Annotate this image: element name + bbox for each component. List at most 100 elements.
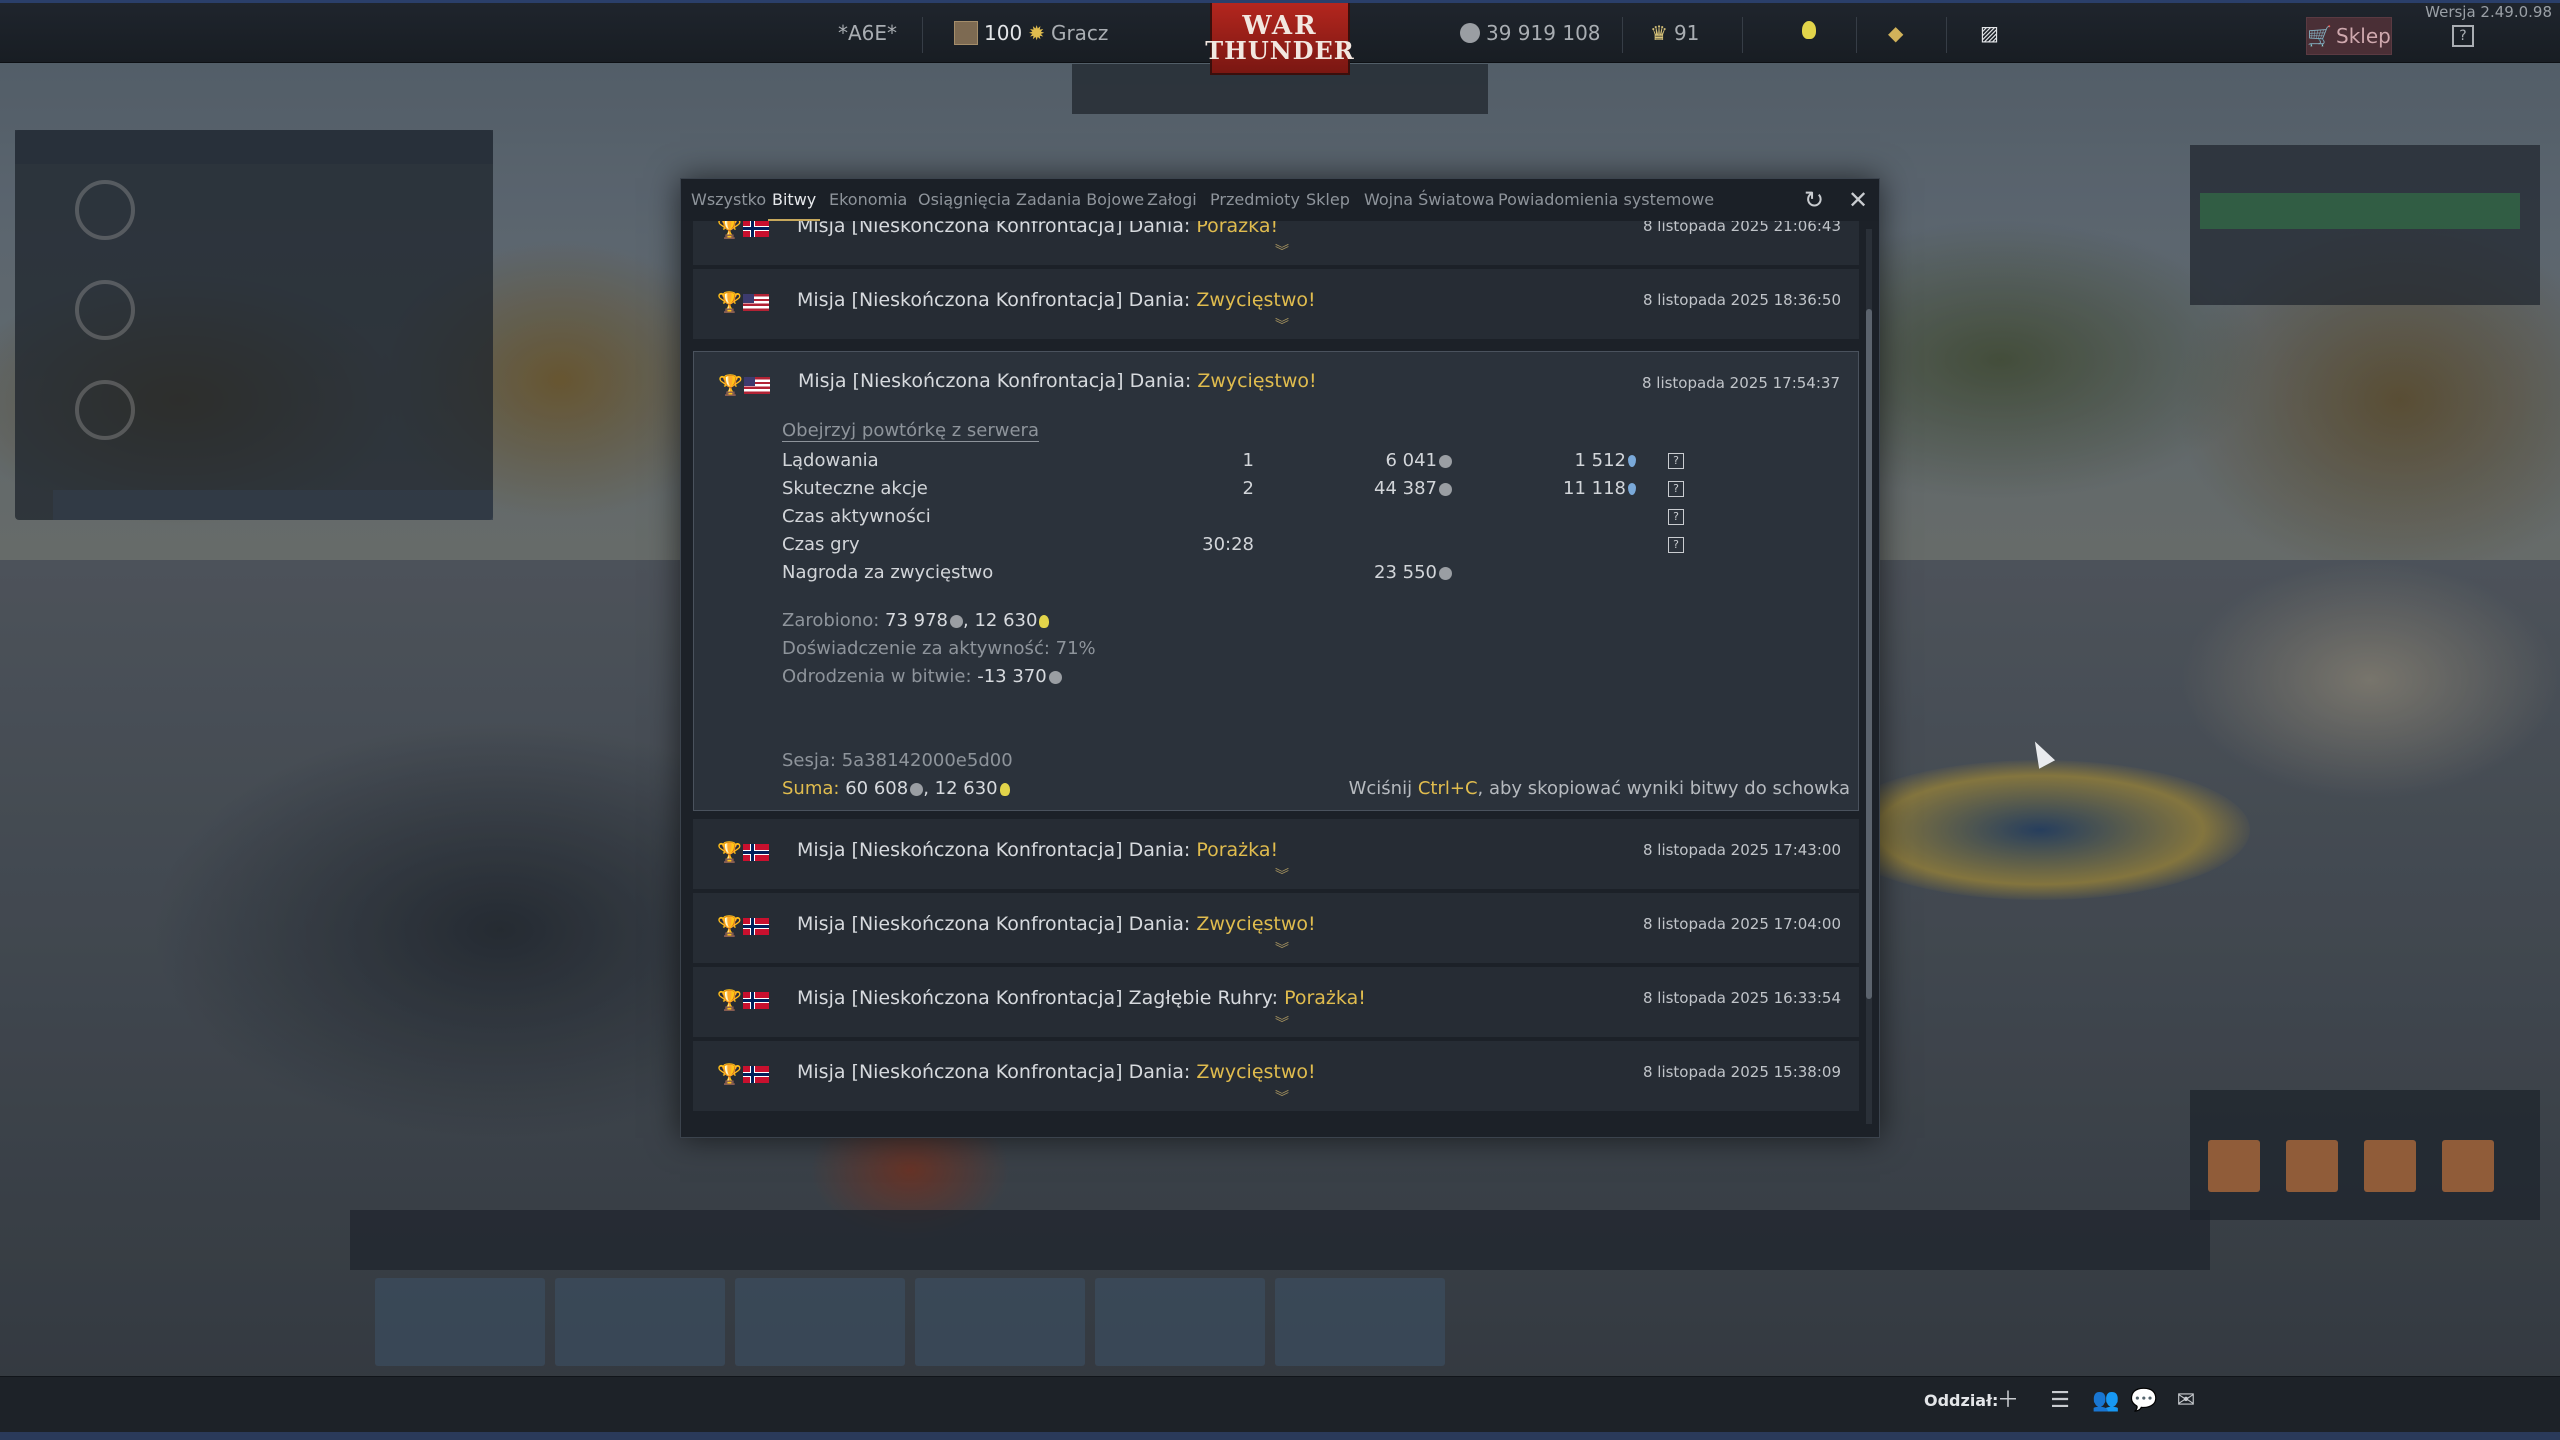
respawn-summary: Odrodzenia w bitwie: -13 370: [782, 666, 1062, 687]
list-item[interactable]: 🏆 Misja [Nieskończona Konfrontacja] Dani…: [693, 1041, 1859, 1111]
stat-lions: 44 387: [1374, 478, 1452, 499]
tab-battles[interactable]: Bitwy: [767, 190, 821, 221]
tab-world-war[interactable]: Wojna Światowa: [1364, 190, 1495, 209]
premium-badge-icon[interactable]: ◆: [1888, 21, 1903, 45]
squad-label: Oddział:: [1924, 1391, 1999, 1410]
help-icon[interactable]: ?: [1668, 453, 1684, 469]
list-item[interactable]: 🏆 Misja [Nieskończona Konfrontacja] Dani…: [693, 893, 1859, 963]
blurred-vehicle-cards: [375, 1278, 1455, 1368]
stat-count: 2: [1242, 478, 1254, 499]
norway-flag-icon: [743, 843, 769, 861]
chevron-down-icon[interactable]: ︾: [1275, 315, 1289, 335]
version-label: Wersja 2.49.0.98: [2425, 3, 2552, 21]
player-level[interactable]: 100 ✹ Gracz: [954, 21, 1108, 45]
stat-label: Lądowania: [782, 450, 879, 471]
battle-date: 8 listopada 2025 17:43:00: [1642, 841, 1841, 859]
battle-list: 🏆 Misja [Nieskończona Konfrontacja] Dani…: [693, 221, 1859, 1133]
help-icon[interactable]: ?: [1668, 509, 1684, 525]
mail-icon[interactable]: ✉: [2172, 1387, 2200, 1415]
battle-date: 8 listopada 2025 15:38:09: [1642, 1063, 1841, 1081]
chevron-down-icon[interactable]: ︾: [1275, 865, 1289, 885]
session-id: Sesja: 5a38142000e5d00: [782, 750, 1013, 771]
coupon-ticket-icon[interactable]: ▨: [1980, 21, 1999, 45]
refresh-icon[interactable]: ↻: [1801, 187, 1827, 213]
earned-summary: Zarobiono: 73 978, 12 630: [782, 610, 1050, 631]
silver-lions-balance[interactable]: 39 919 108: [1458, 21, 1601, 45]
tab-crews[interactable]: Załogi: [1147, 190, 1197, 209]
chevron-down-icon[interactable]: ︾: [1275, 939, 1289, 959]
norway-flag-icon: [743, 221, 769, 237]
silver-lion-icon: [1048, 670, 1062, 684]
avatar: [954, 21, 978, 45]
chevron-down-icon[interactable]: ︾: [1275, 241, 1289, 261]
blurred-nation-bar: [350, 1210, 2210, 1270]
tab-system-notifications[interactable]: Powiadomienia systemowe: [1498, 190, 1714, 209]
shop-button[interactable]: 🛒 Sklep: [2306, 17, 2392, 55]
usa-flag-icon: [744, 376, 770, 394]
research-point-icon: [1628, 455, 1636, 467]
chevron-down-icon[interactable]: ︾: [1275, 1013, 1289, 1033]
battle-result: Zwycięstwo!: [1196, 289, 1316, 311]
battle-result: Porażka!: [1196, 839, 1279, 861]
bulb-icon: [1039, 614, 1050, 628]
battle-title: Misja [Nieskończona Konfrontacja] Dania:: [797, 839, 1197, 861]
list-item[interactable]: 🏆 Misja [Nieskończona Konfrontacja] Dani…: [693, 819, 1859, 889]
battle-result: Zwycięstwo!: [1196, 1061, 1316, 1083]
stat-lions: 6 041: [1385, 450, 1452, 471]
trophy-icon: 🏆: [717, 840, 742, 864]
tab-battle-tasks[interactable]: Zadania Bojowe: [1016, 190, 1144, 209]
player-nickname[interactable]: *A6E*: [838, 21, 897, 45]
battle-title: Misja [Nieskończona Konfrontacja] Dania:: [797, 289, 1197, 311]
silver-lion-icon: [1439, 482, 1452, 496]
battle-date: 8 listopada 2025 21:06:43: [1642, 221, 1841, 235]
battle-date: 8 listopada 2025 17:54:37: [1641, 374, 1840, 392]
cart-icon: 🛒: [2307, 24, 2333, 48]
trophy-icon: 🏆: [717, 290, 742, 314]
battle-title: Misja [Nieskończona Konfrontacja] Zagłęb…: [797, 987, 1285, 1009]
battle-title: Misja [Nieskończona Konfrontacja] Dania:: [798, 370, 1198, 392]
help-icon[interactable]: ?: [1668, 537, 1684, 553]
watch-replay-link[interactable]: Obejrzyj powtórkę z serwera: [782, 420, 1039, 442]
blurred-left-panel: [15, 130, 493, 520]
battle-result: Porażka!: [1284, 987, 1366, 1009]
silver-lion-icon: [1439, 566, 1452, 580]
war-thunder-logo[interactable]: WAR THUNDER: [1205, 3, 1354, 75]
stat-count: 1: [1242, 450, 1254, 471]
research-point-icon: [1628, 483, 1636, 495]
scrollbar-thumb[interactable]: [1866, 309, 1872, 999]
battle-result: Zwycięstwo!: [1197, 370, 1317, 392]
battle-date: 8 listopada 2025 16:33:54: [1642, 989, 1841, 1007]
trophy-icon: 🏆: [717, 1062, 742, 1086]
trophy-icon: 🏆: [717, 221, 742, 240]
expanded-battle-details[interactable]: 🏆 Misja [Nieskończona Konfrontacja] Dani…: [693, 351, 1859, 811]
trophy-icon: 🏆: [718, 373, 743, 397]
contacts-icon[interactable]: 👥: [2092, 1387, 2120, 1415]
tab-shop[interactable]: Sklep: [1306, 190, 1350, 209]
add-squad-member-icon[interactable]: ＋: [1994, 1387, 2022, 1415]
help-icon[interactable]: ?: [2452, 25, 2474, 47]
chat-icon[interactable]: 💬: [2130, 1387, 2158, 1415]
battle-title: Misja [Nieskończona Konfrontacja] Dania:: [797, 221, 1197, 237]
stat-lions: 23 550: [1374, 562, 1452, 583]
golden-eagles-balance[interactable]: ♛ 91: [1650, 21, 1699, 45]
list-item[interactable]: 🏆 Misja [Nieskończona Konfrontacja] Dani…: [693, 221, 1859, 265]
list-item[interactable]: 🏆 Misja [Nieskończona Konfrontacja] Zagł…: [693, 967, 1859, 1037]
tab-achievements[interactable]: Osiągnięcia: [918, 190, 1011, 209]
parachute-trophy-icon: 🏆: [717, 988, 742, 1012]
tab-all[interactable]: Wszystko: [691, 190, 766, 209]
usa-flag-icon: [743, 293, 769, 311]
tab-economy[interactable]: Ekonomia: [829, 190, 907, 209]
battle-date: 8 listopada 2025 18:36:50: [1642, 291, 1841, 309]
research-bulb-icon[interactable]: [1800, 21, 1816, 39]
trophy-icon: 🏆: [717, 914, 742, 938]
list-item[interactable]: 🏆 Misja [Nieskończona Konfrontacja] Dani…: [693, 269, 1859, 339]
tab-bar: Wszystko Bitwy Ekonomia Osiągnięcia Zada…: [681, 179, 1879, 221]
chevron-down-icon[interactable]: ︾: [1275, 1087, 1289, 1107]
activity-summary: Doświadczenie za aktywność: 71%: [782, 638, 1096, 659]
help-icon[interactable]: ?: [1668, 481, 1684, 497]
tab-items[interactable]: Przedmioty: [1210, 190, 1300, 209]
close-icon[interactable]: ✕: [1845, 187, 1871, 213]
silver-lion-icon: [1460, 23, 1480, 43]
list-icon[interactable]: ☰: [2046, 1387, 2074, 1415]
stat-label: Skuteczne akcje: [782, 478, 928, 499]
